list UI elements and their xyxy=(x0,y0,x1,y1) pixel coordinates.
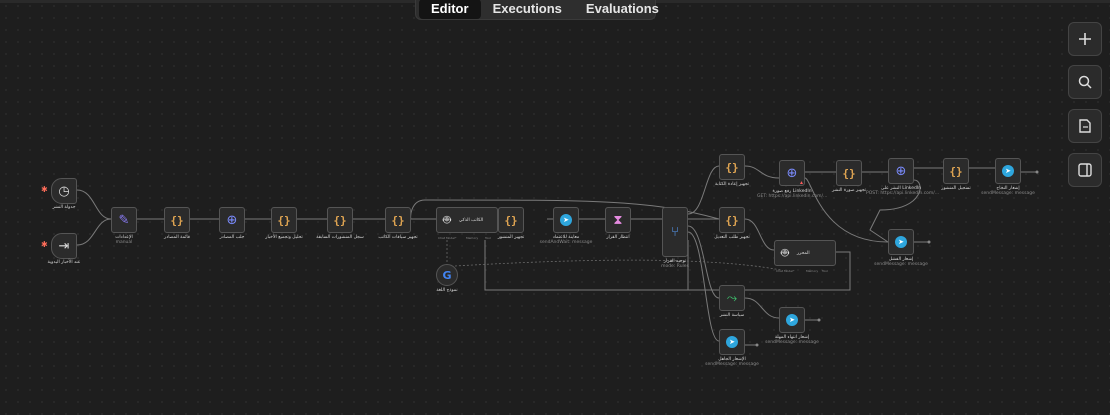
publish-policy-node[interactable]: ⤳ xyxy=(719,285,745,311)
node-sublabel: sendAndWait: message xyxy=(539,240,593,245)
node-label: الكاتب الذكي xyxy=(458,217,484,223)
code-icon: {} xyxy=(391,213,405,227)
code-icon: {} xyxy=(333,213,347,227)
node-sublabel: POST: https://api.linkedin.com/... xyxy=(866,191,940,196)
code-icon: {} xyxy=(277,213,291,227)
log-post-node[interactable]: {} xyxy=(943,158,969,184)
hourglass-icon: ⧗ xyxy=(613,212,623,228)
code-icon: {} xyxy=(949,164,963,178)
sources-list-node[interactable]: {} xyxy=(164,207,190,233)
telegram-icon: ➤ xyxy=(895,236,907,248)
approval-preview-node[interactable]: ➤ xyxy=(553,207,579,233)
code-icon: {} xyxy=(170,213,184,227)
node-label: تجهيز طلب التعديل xyxy=(714,235,750,240)
google-icon: G xyxy=(442,268,452,282)
robot-icon: 🤖︎ xyxy=(443,212,451,228)
node-label: سياسة النشر xyxy=(719,313,745,318)
warning-icon: ▲ xyxy=(799,180,804,186)
prepare-image-node[interactable]: {} xyxy=(836,160,862,186)
success-notify-node[interactable]: ➤ xyxy=(995,158,1021,184)
analyze-news-node[interactable]: {} xyxy=(271,207,297,233)
telegram-icon: ➤ xyxy=(560,214,572,226)
settings-node[interactable]: ✎ xyxy=(111,207,137,233)
enter-icon: ⇥ xyxy=(58,238,70,254)
code-icon: {} xyxy=(504,213,518,227)
code-icon: {} xyxy=(725,213,739,227)
node-sublabel: GET: https://api.linkedin.com/... xyxy=(757,194,828,199)
fetch-sources-node[interactable]: ⊕ xyxy=(219,207,245,233)
failure-notify-node[interactable]: ➤ xyxy=(888,229,914,255)
node-label: جدولة النشر xyxy=(52,205,76,210)
edit-request-prep-node[interactable]: {} xyxy=(719,207,745,233)
wait-decision-node[interactable]: ⧗ xyxy=(605,207,631,233)
writer-context-node[interactable]: {} xyxy=(385,207,411,233)
node-sublabel: sendMessage: message xyxy=(874,262,928,267)
node-sublabel: sendMessage: message xyxy=(705,362,759,367)
node-sublabel: manual xyxy=(115,240,133,245)
trigger-bolt-icon: ✱ xyxy=(41,185,48,194)
telegram-icon: ➤ xyxy=(726,336,738,348)
clock-icon: ◷ xyxy=(58,183,70,199)
ai-writer-agent-node[interactable]: 🤖︎ الكاتب الذكي xyxy=(436,207,498,233)
node-label: المحرر xyxy=(796,250,810,256)
chat-model-port: Chat Model* xyxy=(438,236,457,240)
chat-model-port: Chat Model* xyxy=(776,269,795,273)
manual-trigger-node[interactable]: ⇥ xyxy=(51,233,77,259)
timeout-notify-node[interactable]: ➤ xyxy=(779,307,805,333)
notify-node[interactable]: ➤ xyxy=(719,329,745,355)
node-label: انتظار القرار xyxy=(606,235,630,240)
publish-linkedin-node[interactable]: ⊕ xyxy=(888,158,914,184)
code-icon: {} xyxy=(842,166,856,180)
rewrite-prep-node[interactable]: {} xyxy=(719,154,745,180)
code-icon: {} xyxy=(725,160,739,174)
node-sublabel: sendMessage: message xyxy=(981,191,1035,196)
node-sublabel: mode: Rules xyxy=(661,264,689,269)
node-sublabel: sendMessage: message xyxy=(765,340,819,345)
schedule-trigger-node[interactable]: ◷ xyxy=(51,178,77,204)
edit-icon: ✎ xyxy=(118,212,130,228)
memory-port: Memory xyxy=(806,269,819,273)
telegram-icon: ➤ xyxy=(786,314,798,326)
globe-icon: ⊕ xyxy=(226,212,238,228)
node-label: تجهيز إعادة الكتابة xyxy=(714,182,750,187)
switch-icon: ⑂ xyxy=(671,224,679,240)
trigger-bolt-icon: ✱ xyxy=(41,240,48,249)
robot-icon: 🤖︎ xyxy=(781,245,789,261)
language-model-node[interactable]: G xyxy=(436,264,458,286)
node-label: تجهيز سياقات الكاتب xyxy=(378,235,418,240)
tool-port: Tool xyxy=(822,269,828,273)
editor-agent-node[interactable]: 🤖︎ المحرر xyxy=(774,240,836,266)
node-label: نموذج اللغة xyxy=(436,288,458,293)
globe-icon: ⊕ xyxy=(895,163,907,179)
post-history-node[interactable]: {} xyxy=(327,207,353,233)
branch-icon: ⤳ xyxy=(726,290,738,306)
telegram-icon: ➤ xyxy=(1002,165,1014,177)
prepare-post-node[interactable]: {} xyxy=(498,207,524,233)
route-decision-node[interactable]: ⑂ xyxy=(662,207,688,257)
globe-icon: ⊕ xyxy=(786,165,798,181)
node-label: عند الأخبار اليدوية xyxy=(47,260,81,265)
